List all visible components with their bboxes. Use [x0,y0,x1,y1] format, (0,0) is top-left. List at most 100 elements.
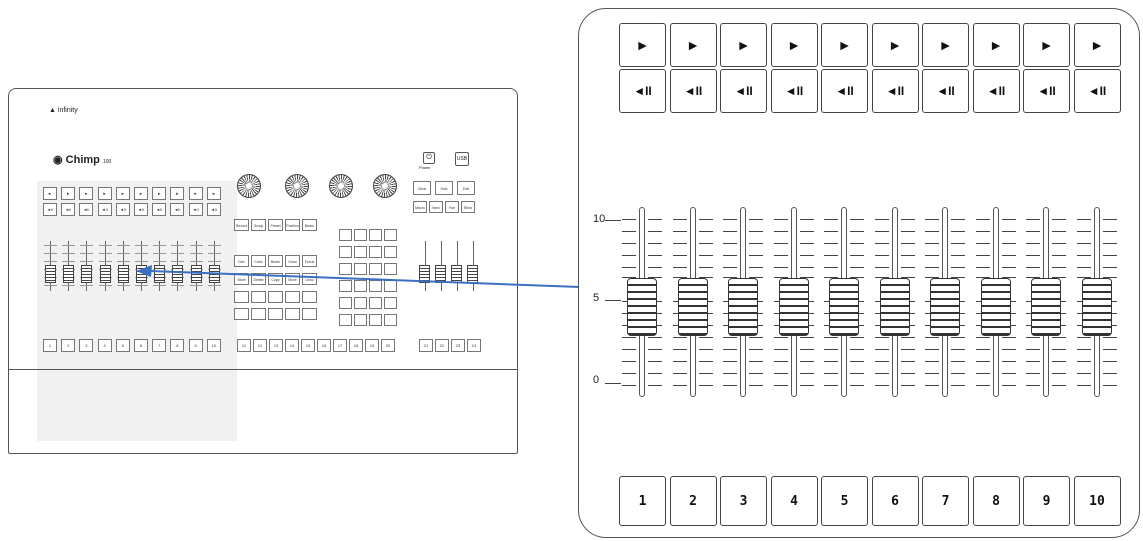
fader-tick [1052,361,1066,363]
number-button-3[interactable]: 3 [720,476,767,526]
fader-tick [975,255,990,257]
number-button-5[interactable]: 5 [821,476,868,526]
fader-tick [975,337,990,339]
fader-knob-5[interactable] [829,278,859,336]
flash-button-9[interactable]: ► [1023,23,1070,67]
fader-tick [874,349,889,351]
go-button-6[interactable]: ◄II [871,69,919,113]
fader-tick [622,385,636,387]
fader-tick [850,231,864,233]
fader-tick [773,349,788,351]
fader-tick [975,361,990,363]
fader-tick [749,361,763,363]
go-button-9[interactable]: ◄II [1023,69,1070,113]
fader-tick [975,243,990,245]
fader-tick [1026,243,1040,245]
fader-tick [799,385,814,387]
fader-tick [648,349,662,351]
flash-button-10[interactable]: ► [1073,23,1121,67]
fader-tick [723,267,737,269]
fader-tick [1001,231,1016,233]
flash-button-7[interactable]: ► [922,23,969,67]
number-button-10[interactable]: 10 [1073,476,1121,526]
fader-tick [951,231,965,233]
go-button-7[interactable]: ◄II [922,69,969,113]
go-button-1[interactable]: ◄II [619,69,666,113]
fader-tick [874,337,889,339]
fader-tick [975,267,990,269]
fader-tick [723,337,737,339]
number-button-9[interactable]: 9 [1023,476,1070,526]
fader-tick [1026,267,1040,269]
fader-tick [1076,385,1091,387]
fader-knob-3[interactable] [728,278,758,336]
fader-tick [1026,385,1040,387]
fader-knob-1[interactable] [627,278,657,336]
fader-tick [773,219,788,221]
fader-tick [1052,243,1066,245]
flash-button-2[interactable]: ► [669,23,717,67]
go-button-2[interactable]: ◄II [669,69,717,113]
number-button-7[interactable]: 7 [922,476,969,526]
fader-tick [975,385,990,387]
fader-tick [1052,337,1066,339]
fader-tick [1052,219,1066,221]
go-button-10[interactable]: ◄II [1073,69,1121,113]
fader-knob-6[interactable] [879,278,910,336]
fader-tick [874,267,889,269]
fader-tick [975,231,990,233]
fader-tick [698,243,713,245]
number-button-4[interactable]: 4 [770,476,818,526]
flash-button-4[interactable]: ► [770,23,818,67]
fader-tick [1001,243,1016,245]
scale-line [605,220,621,222]
fader-knob-10[interactable] [1081,278,1112,336]
flash-button-5[interactable]: ► [821,23,868,67]
fader-tick [824,349,838,351]
fader-tick [824,385,838,387]
fader-tick [672,337,687,339]
fader-tick [1001,385,1016,387]
fader-tick [925,267,939,269]
fader-knob-2[interactable] [677,278,708,336]
fader-knob-7[interactable] [930,278,960,336]
number-button-8[interactable]: 8 [972,476,1020,526]
fader-tick [1026,373,1040,375]
number-button-6[interactable]: 6 [871,476,919,526]
fader-tick [824,337,838,339]
number-button-1[interactable]: 1 [619,476,666,526]
fader-tick [1076,373,1091,375]
fader-tick [900,373,915,375]
fader-tick [672,219,687,221]
fader-tick [850,243,864,245]
fader-tick [951,267,965,269]
number-button-2[interactable]: 2 [669,476,717,526]
fader-tick [874,243,889,245]
flash-button-8[interactable]: ► [972,23,1020,67]
go-button-4[interactable]: ◄II [770,69,818,113]
fader-tick [1026,231,1040,233]
go-button-8[interactable]: ◄II [972,69,1020,113]
fader-tick [1026,349,1040,351]
fader-tick [874,385,889,387]
fader-knob-8[interactable] [980,278,1011,336]
fader-tick [698,385,713,387]
fader-tick [749,231,763,233]
fader-tick [1052,267,1066,269]
flash-button-3[interactable]: ► [720,23,767,67]
fader-tick [1102,349,1117,351]
go-button-5[interactable]: ◄II [821,69,868,113]
go-button-3[interactable]: ◄II [720,69,767,113]
flash-button-6[interactable]: ► [871,23,919,67]
flash-button-1[interactable]: ► [619,23,666,67]
fader-knob-4[interactable] [778,278,809,336]
fader-tick [1102,231,1117,233]
fader-tick [900,231,915,233]
fader-tick [1052,349,1066,351]
fader-tick [723,255,737,257]
fader-tick [622,349,636,351]
fader-tick [951,243,965,245]
fader-tick [672,361,687,363]
fader-tick [799,231,814,233]
fader-knob-9[interactable] [1031,278,1061,336]
